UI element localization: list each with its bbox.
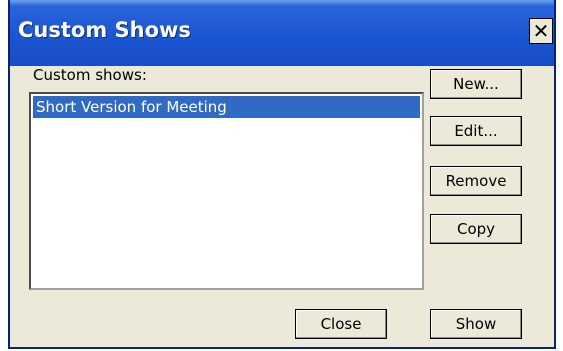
title-bar[interactable]: Custom Shows ✕ (10, 0, 554, 66)
show-button[interactable]: Show (430, 309, 522, 339)
close-icon[interactable]: ✕ (529, 18, 553, 44)
close-button[interactable]: Close (295, 309, 387, 339)
custom-shows-label: Custom shows: (33, 66, 147, 84)
list-item[interactable]: Short Version for Meeting (33, 96, 420, 118)
custom-shows-dialog: Custom Shows ✕ Custom shows: Short Versi… (8, 0, 556, 349)
custom-shows-list[interactable]: Short Version for Meeting (29, 92, 424, 290)
edit-button[interactable]: Edit... (430, 116, 522, 146)
close-glyph: ✕ (532, 19, 550, 43)
dialog-title: Custom Shows (18, 18, 191, 42)
copy-button[interactable]: Copy (430, 214, 522, 244)
new-button[interactable]: New... (430, 69, 522, 99)
remove-button[interactable]: Remove (430, 166, 522, 196)
